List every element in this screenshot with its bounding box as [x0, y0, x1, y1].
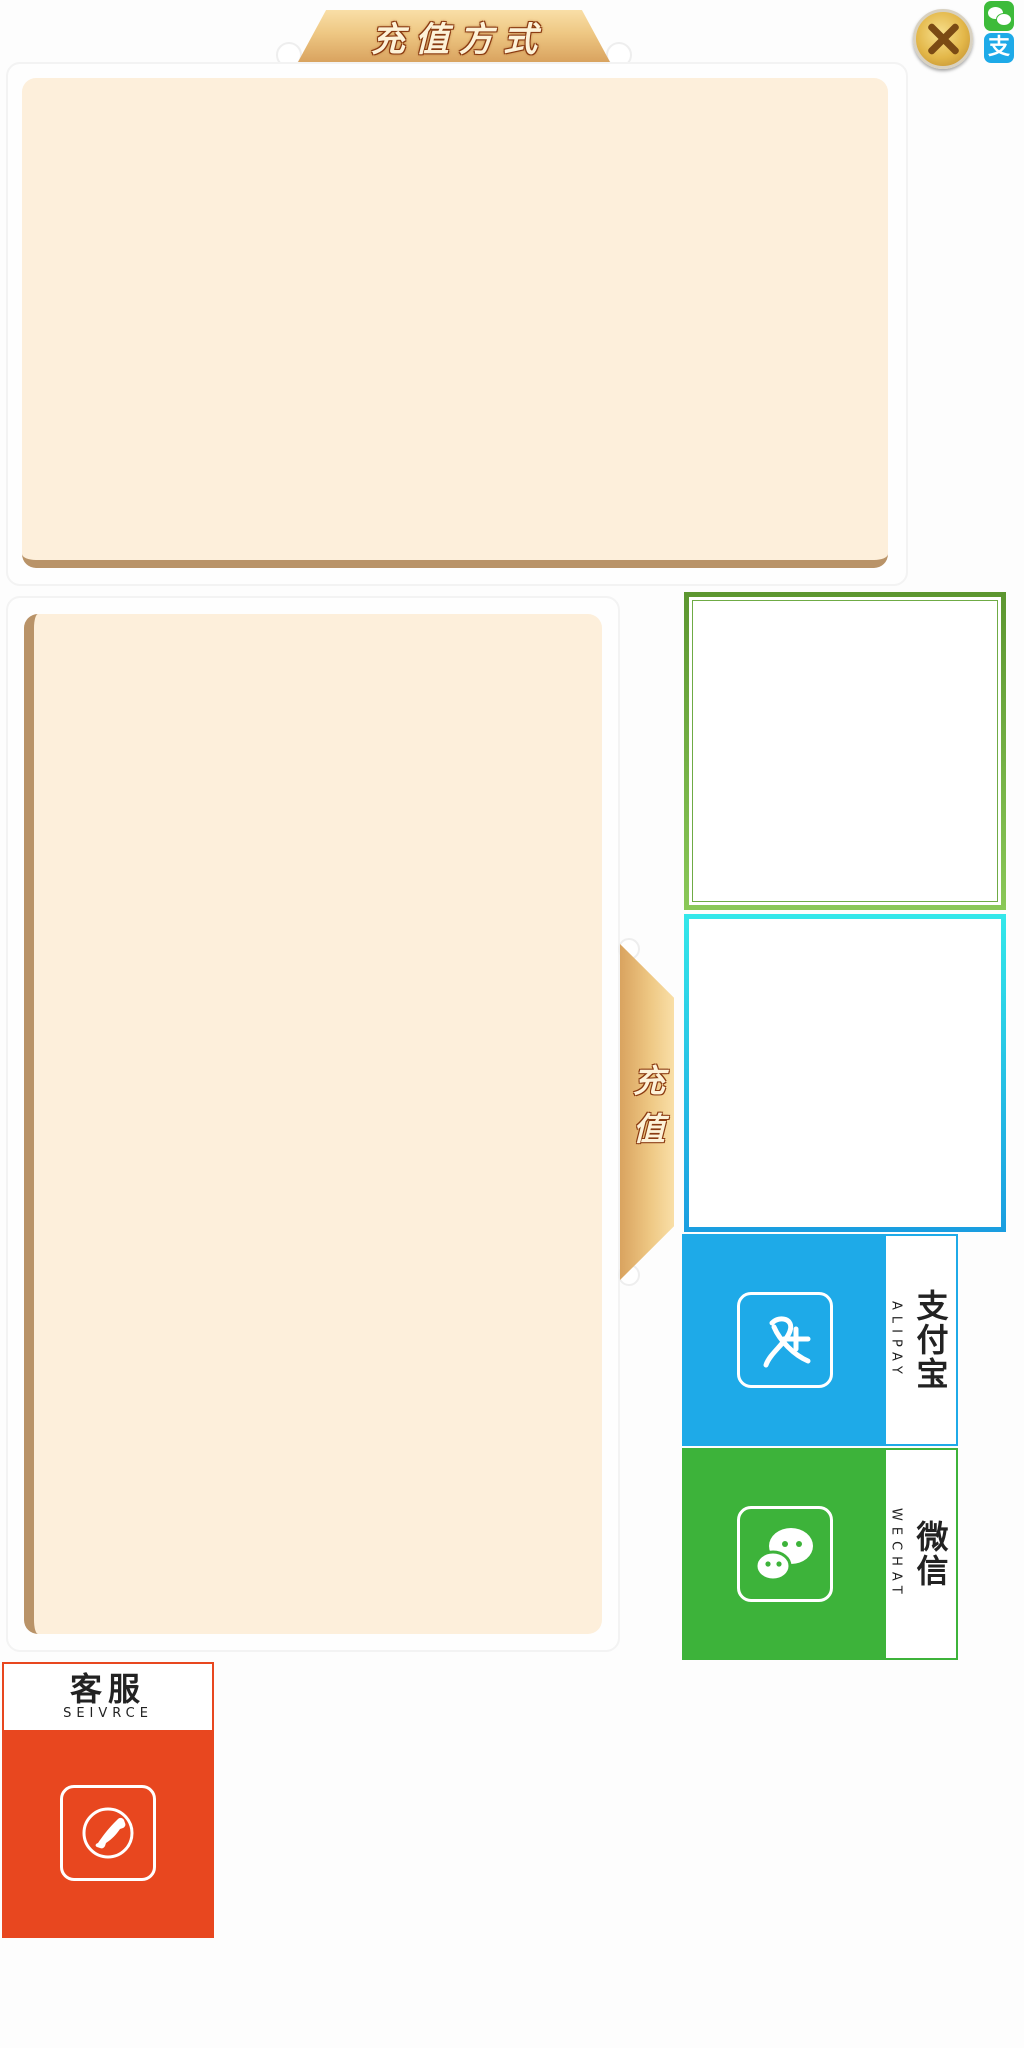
close-button[interactable] [913, 9, 973, 69]
alipay-icon [737, 1292, 833, 1388]
close-icon [925, 21, 961, 57]
service-label-en: SEIVRCE [63, 1706, 153, 1721]
cyan-selection-frame[interactable] [684, 914, 1006, 1232]
recharge-side-tab-body: 充值 [620, 944, 674, 1280]
service-icon-area [4, 1730, 212, 1936]
wechat-icon [737, 1506, 833, 1602]
recharge-side-tab[interactable]: 充值 [618, 938, 674, 1286]
title-tab-body: 充值方式 [298, 10, 610, 62]
title-tab: 充值方式 [276, 10, 632, 68]
alipay-button[interactable]: 支付宝 ALIPAY [682, 1234, 958, 1446]
wechat-label: 微信 WECHAT [886, 1450, 956, 1658]
top-content-panel [22, 78, 888, 568]
phone-icon [60, 1785, 156, 1881]
wechat-label-en: WECHAT [888, 1508, 904, 1600]
wechat-icon-area [684, 1450, 886, 1658]
alipay-label: 支付宝 ALIPAY [886, 1236, 956, 1444]
wechat-mini-icon[interactable] [984, 1, 1014, 31]
wechat-mini-bubble-2 [996, 13, 1012, 26]
wechat-button[interactable]: 微信 WECHAT [682, 1448, 958, 1660]
customer-service-button[interactable]: 客服 SEIVRCE [2, 1662, 214, 1938]
alipay-label-cn: 支付宝 [911, 1289, 950, 1391]
side-content-panel [24, 614, 602, 1634]
service-label: 客服 SEIVRCE [4, 1664, 212, 1730]
alipay-icon-area [684, 1236, 886, 1444]
alipay-label-en: ALIPAY [888, 1300, 904, 1380]
page-title: 充值方式 [371, 19, 547, 60]
service-label-cn: 客服 [69, 1670, 146, 1708]
wechat-label-cn: 微信 [911, 1520, 950, 1588]
recharge-side-tab-label: 充值 [628, 1064, 666, 1160]
green-selection-frame[interactable] [684, 592, 1006, 910]
alipay-mini-icon[interactable]: 支 [984, 33, 1014, 63]
